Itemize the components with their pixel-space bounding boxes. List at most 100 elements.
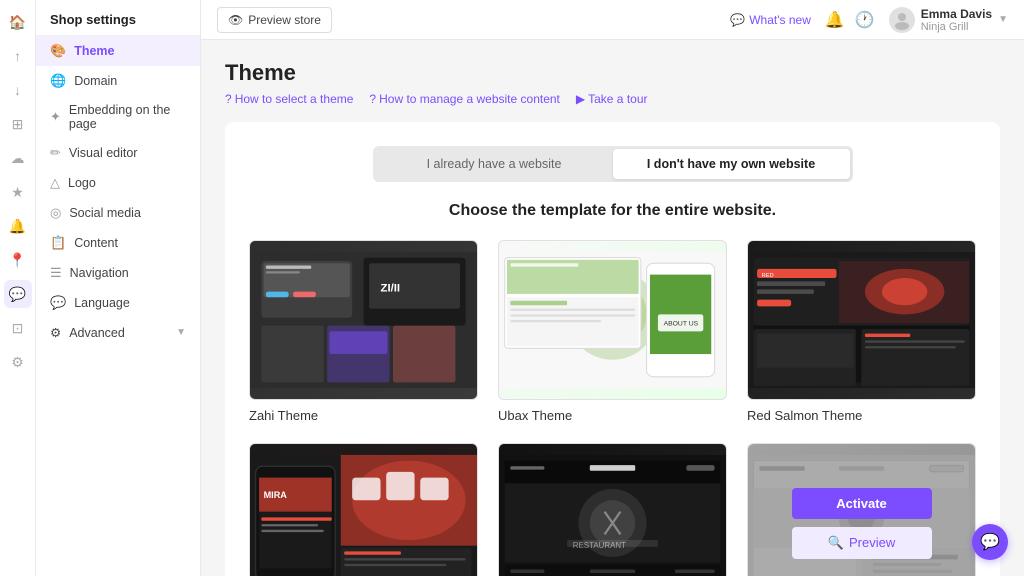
sidebar-item-theme[interactable]: 🎨 Theme xyxy=(36,36,200,66)
embedding-icon: ✦ xyxy=(50,109,61,125)
bell-icon[interactable]: 🔔 xyxy=(825,10,845,30)
message-icon: 💬 xyxy=(730,13,745,27)
preview-button[interactable]: 🔍 Preview xyxy=(792,527,932,559)
user-details: Emma Davis Ninja Grill xyxy=(921,7,992,33)
sidebar-label-domain: Domain xyxy=(74,74,117,88)
header-right: 💬 What's new 🔔 🕐 Emma Davis Ninja Grill … xyxy=(730,7,1008,33)
preview-store-button[interactable]: 👁 Preview store xyxy=(217,7,332,33)
theme-preview-zahi: ZI/II xyxy=(249,240,478,400)
theme-name-red-salmon: Red Salmon Theme xyxy=(747,408,862,423)
breadcrumb-label-1: How to manage a website content xyxy=(379,92,560,106)
help-icon: ? xyxy=(225,92,232,106)
sidebar-item-advanced[interactable]: ⚙ Advanced ▼ xyxy=(36,318,200,347)
icon-bar-down[interactable]: ↓ xyxy=(4,76,32,104)
tab-no-website[interactable]: I don't have my own website xyxy=(613,149,850,179)
user-shop: Ninja Grill xyxy=(921,21,992,33)
theme-card-zahi[interactable]: ZI/II Zahi Theme xyxy=(249,240,478,423)
preview-label: Preview xyxy=(849,535,895,550)
user-name: Emma Davis xyxy=(921,7,992,21)
sidebar-item-content[interactable]: 📋 Content xyxy=(36,228,200,258)
theme-card-red-salmon[interactable]: RED Red Salmon T xyxy=(747,240,976,423)
main-area: 👁 Preview store 💬 What's new 🔔 🕐 Emma Da… xyxy=(201,0,1024,576)
sidebar-label-content: Content xyxy=(74,236,118,250)
clock-icon[interactable]: 🕐 xyxy=(855,10,875,30)
chevron-down-icon: ▼ xyxy=(176,327,186,338)
icon-bar-bell[interactable]: 🔔 xyxy=(4,212,32,240)
svg-text:ABOUT US: ABOUT US xyxy=(664,321,699,328)
whats-new-button[interactable]: 💬 What's new xyxy=(730,13,811,27)
sidebar-label-social-media: Social media xyxy=(69,206,141,220)
chat-icon: 💬 xyxy=(980,532,1000,552)
theme-section: I already have a website I don't have my… xyxy=(225,122,1000,576)
sidebar-label-visual-editor: Visual editor xyxy=(69,146,138,160)
tab-toggle: I already have a website I don't have my… xyxy=(373,146,853,182)
whats-new-label: What's new xyxy=(749,13,811,27)
breadcrumb-take-tour[interactable]: ▶ Take a tour xyxy=(576,92,648,106)
domain-icon: 🌐 xyxy=(50,73,66,89)
sidebar-item-embedding[interactable]: ✦ Embedding on the page xyxy=(36,96,200,138)
social-icon: ◎ xyxy=(50,205,61,221)
chat-bubble[interactable]: 💬 xyxy=(972,524,1008,560)
top-header: 👁 Preview store 💬 What's new 🔔 🕐 Emma Da… xyxy=(201,0,1024,40)
language-icon: 💬 xyxy=(50,295,66,311)
activate-button[interactable]: Activate xyxy=(792,488,932,519)
sidebar: Shop settings 🎨 Theme 🌐 Domain ✦ Embeddi… xyxy=(36,0,201,576)
sidebar-label-language: Language xyxy=(74,296,130,310)
breadcrumb-links: ? How to select a theme ? How to manage … xyxy=(225,92,1000,106)
page-title: Theme xyxy=(225,60,1000,86)
theme-card-restaurant[interactable]: RESTAURANT Restaurant Theme xyxy=(498,443,727,576)
icon-bar-modules[interactable]: ⊡ xyxy=(4,314,32,342)
theme-preview-restaurant: RESTAURANT xyxy=(498,443,727,576)
theme-card-ubax[interactable]: ABOUT US Ubax Theme xyxy=(498,240,727,423)
theme-grid: ZI/II Zahi Theme xyxy=(249,240,976,576)
sidebar-item-visual-editor[interactable]: ✏ Visual editor xyxy=(36,138,200,168)
sidebar-label-theme: Theme xyxy=(74,44,114,58)
page-title-row: Theme ? How to select a theme ? How to m… xyxy=(225,60,1000,106)
icon-bar-up[interactable]: ↑ xyxy=(4,42,32,70)
eye-icon: 👁 xyxy=(228,13,243,27)
sidebar-label-logo: Logo xyxy=(68,176,96,190)
sidebar-item-social-media[interactable]: ◎ Social media xyxy=(36,198,200,228)
breadcrumb-select-theme[interactable]: ? How to select a theme xyxy=(225,92,353,106)
svg-text:ZI/II: ZI/II xyxy=(381,283,401,295)
user-profile[interactable]: Emma Davis Ninja Grill ▼ xyxy=(889,7,1008,33)
advanced-icon: ⚙ xyxy=(50,325,61,340)
avatar xyxy=(889,7,915,33)
sidebar-label-advanced: Advanced xyxy=(69,326,125,340)
content-area: Theme ? How to select a theme ? How to m… xyxy=(201,40,1024,576)
logo-icon: △ xyxy=(50,175,60,191)
icon-bar-location[interactable]: 📍 xyxy=(4,246,32,274)
icon-bar-chat[interactable]: 💬 xyxy=(4,280,32,308)
header-icons: 🔔 🕐 xyxy=(825,10,875,30)
theme-preview-ubax: ABOUT US xyxy=(498,240,727,400)
sidebar-item-navigation[interactable]: ☰ Navigation xyxy=(36,258,200,288)
icon-bar-settings[interactable]: ⚙ xyxy=(4,348,32,376)
svg-text:MIRA: MIRA xyxy=(264,490,288,500)
choose-title: Choose the template for the entire websi… xyxy=(249,202,976,220)
sidebar-item-logo[interactable]: △ Logo xyxy=(36,168,200,198)
icon-bar-home[interactable]: 🏠 xyxy=(4,8,32,36)
navigation-icon: ☰ xyxy=(50,265,62,281)
play-icon: ▶ xyxy=(576,92,585,106)
theme-preview-last: Activate 🔍 Preview xyxy=(747,443,976,576)
sidebar-item-language[interactable]: 💬 Language xyxy=(36,288,200,318)
theme-card-last[interactable]: Activate 🔍 Preview xyxy=(747,443,976,576)
preview-store-label: Preview store xyxy=(248,13,321,27)
icon-bar: 🏠 ↑ ↓ ⊞ ☁ ★ 🔔 📍 💬 ⊡ ⚙ xyxy=(0,0,36,576)
theme-card-mira[interactable]: MIRA Mira Theme xyxy=(249,443,478,576)
icon-bar-grid[interactable]: ⊞ xyxy=(4,110,32,138)
theme-name-zahi: Zahi Theme xyxy=(249,408,318,423)
theme-icon: 🎨 xyxy=(50,43,66,59)
breadcrumb-manage-content[interactable]: ? How to manage a website content xyxy=(369,92,559,106)
theme-name-ubax: Ubax Theme xyxy=(498,408,572,423)
icon-bar-cloud[interactable]: ☁ xyxy=(4,144,32,172)
icon-bar-star[interactable]: ★ xyxy=(4,178,32,206)
sidebar-label-embedding: Embedding on the page xyxy=(69,103,186,131)
sidebar-item-domain[interactable]: 🌐 Domain xyxy=(36,66,200,96)
theme-preview-red-salmon: RED xyxy=(747,240,976,400)
visual-editor-icon: ✏ xyxy=(50,145,61,161)
help-icon-2: ? xyxy=(369,92,376,106)
theme-preview-mira: MIRA xyxy=(249,443,478,576)
tab-have-website[interactable]: I already have a website xyxy=(376,149,613,179)
sidebar-label-navigation: Navigation xyxy=(70,266,129,280)
